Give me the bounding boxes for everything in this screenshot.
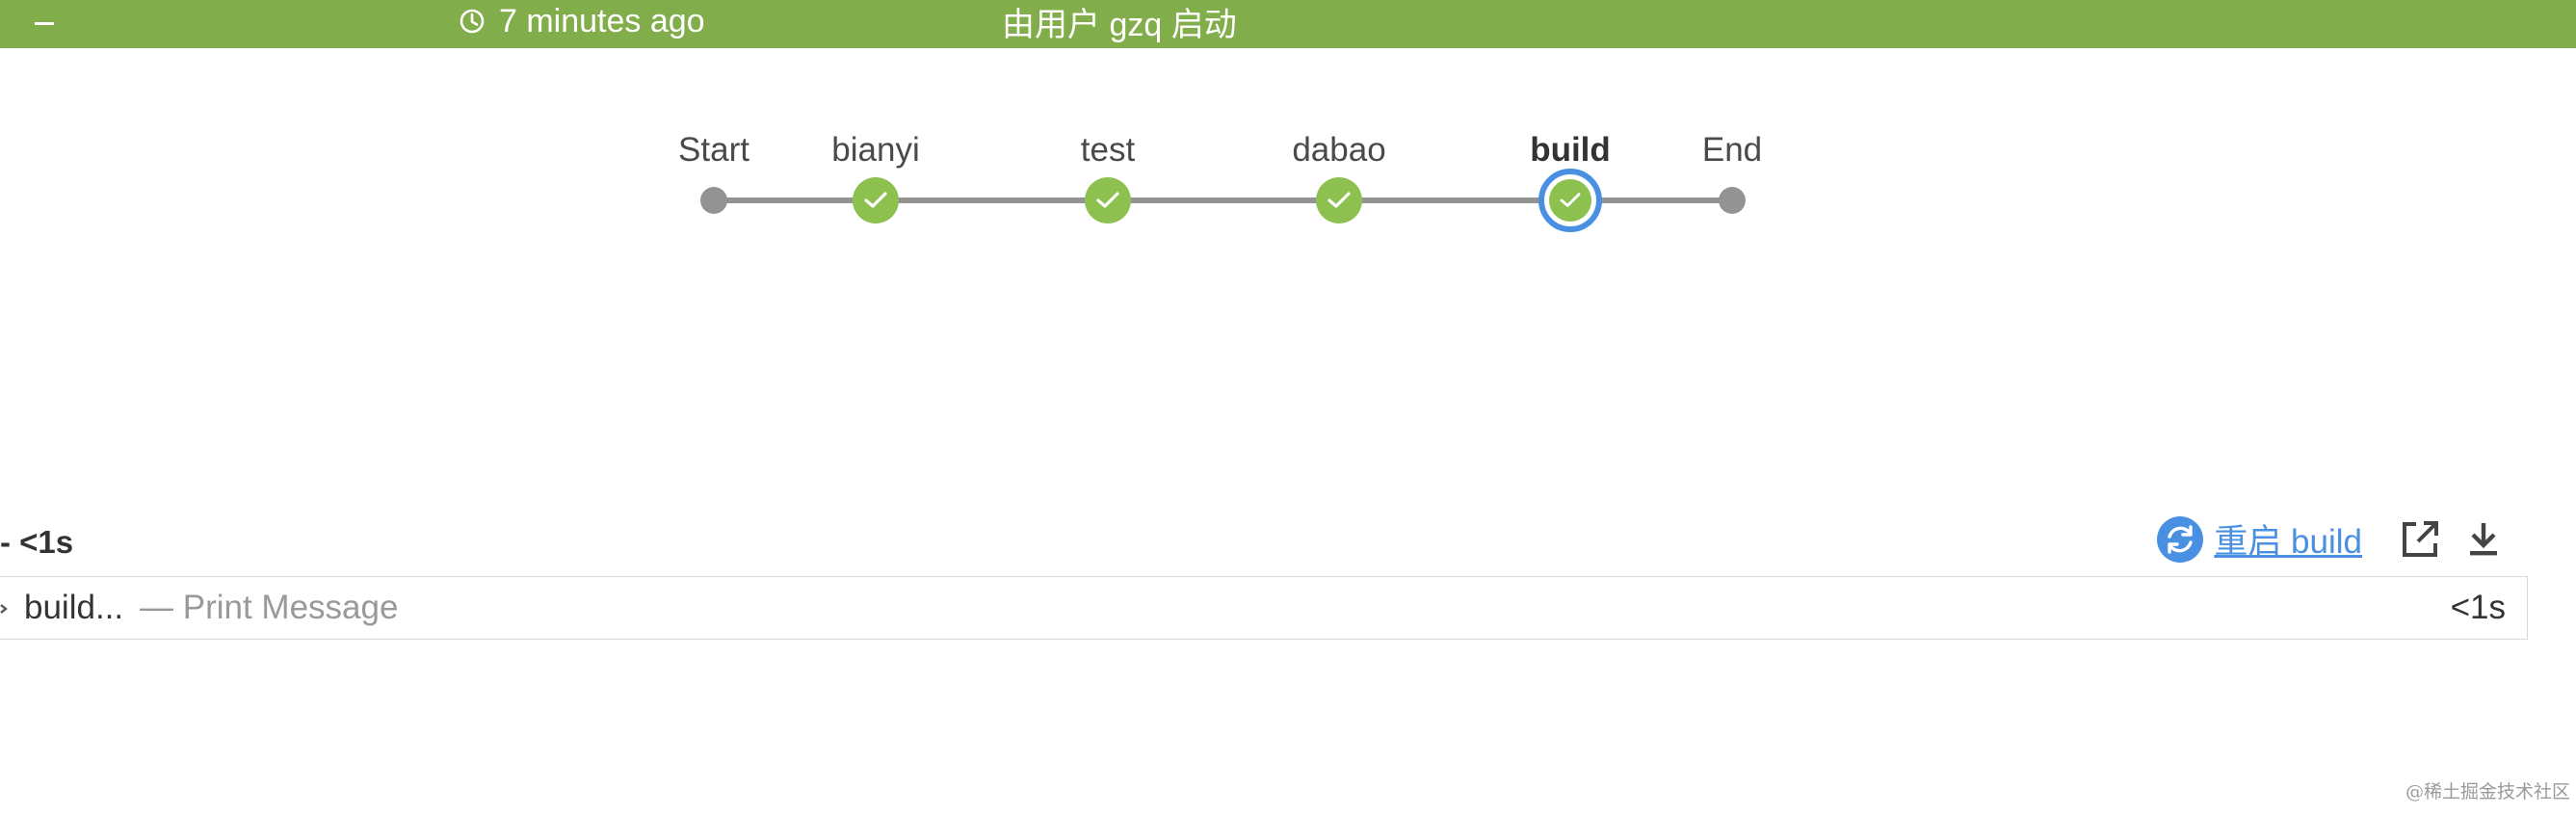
end-node — [1719, 187, 1746, 214]
stage-label-start: Start — [678, 131, 749, 169]
restart-build-label[interactable]: 重启 build — [2214, 514, 2362, 564]
external-link-icon[interactable] — [2399, 518, 2441, 561]
stage-node-build[interactable] — [1549, 179, 1591, 222]
log-step-row[interactable]: build... — Print Message <1s — [0, 576, 2528, 640]
connector-line — [876, 197, 1108, 203]
check-icon — [1560, 193, 1581, 207]
connector-line — [714, 197, 876, 203]
restart-build-link[interactable]: 重启 build — [2156, 514, 2362, 564]
stage-node-test[interactable] — [1085, 177, 1131, 223]
pipeline-run-view: 7 minutes ago 由用户 gzq 启动 Start bianyi te… — [0, 0, 2576, 815]
watermark: @稀土掘金技术社区 — [2405, 781, 2570, 802]
download-icon[interactable] — [2462, 518, 2505, 561]
connector-line — [1339, 197, 1570, 203]
log-step-description: — Print Message — [140, 589, 399, 626]
check-icon — [1096, 192, 1119, 208]
chevron-right-icon[interactable] — [0, 598, 9, 619]
stage-label-end: End — [1701, 131, 1763, 169]
stage-node-dabao[interactable] — [1316, 177, 1362, 223]
refresh-icon — [2157, 515, 2204, 563]
check-icon — [864, 192, 887, 208]
step-duration: - <1s — [0, 524, 74, 560]
check-icon — [1327, 192, 1351, 208]
stage-label-dabao[interactable]: dabao — [1292, 131, 1385, 170]
stage-label-bianyi[interactable]: bianyi — [831, 131, 919, 170]
start-node — [700, 187, 727, 214]
log-step-name: build... — [24, 589, 124, 626]
stage-label-test[interactable]: test — [1081, 131, 1135, 170]
step-actions: 重启 build — [2156, 514, 2505, 564]
log-step-duration: <1s — [2450, 589, 2506, 626]
connector-line — [1108, 197, 1339, 203]
pipeline-graph: Start bianyi test dabao build End — [0, 0, 2576, 250]
stage-node-bianyi[interactable] — [853, 177, 899, 223]
stage-label-build[interactable]: build — [1530, 131, 1611, 170]
